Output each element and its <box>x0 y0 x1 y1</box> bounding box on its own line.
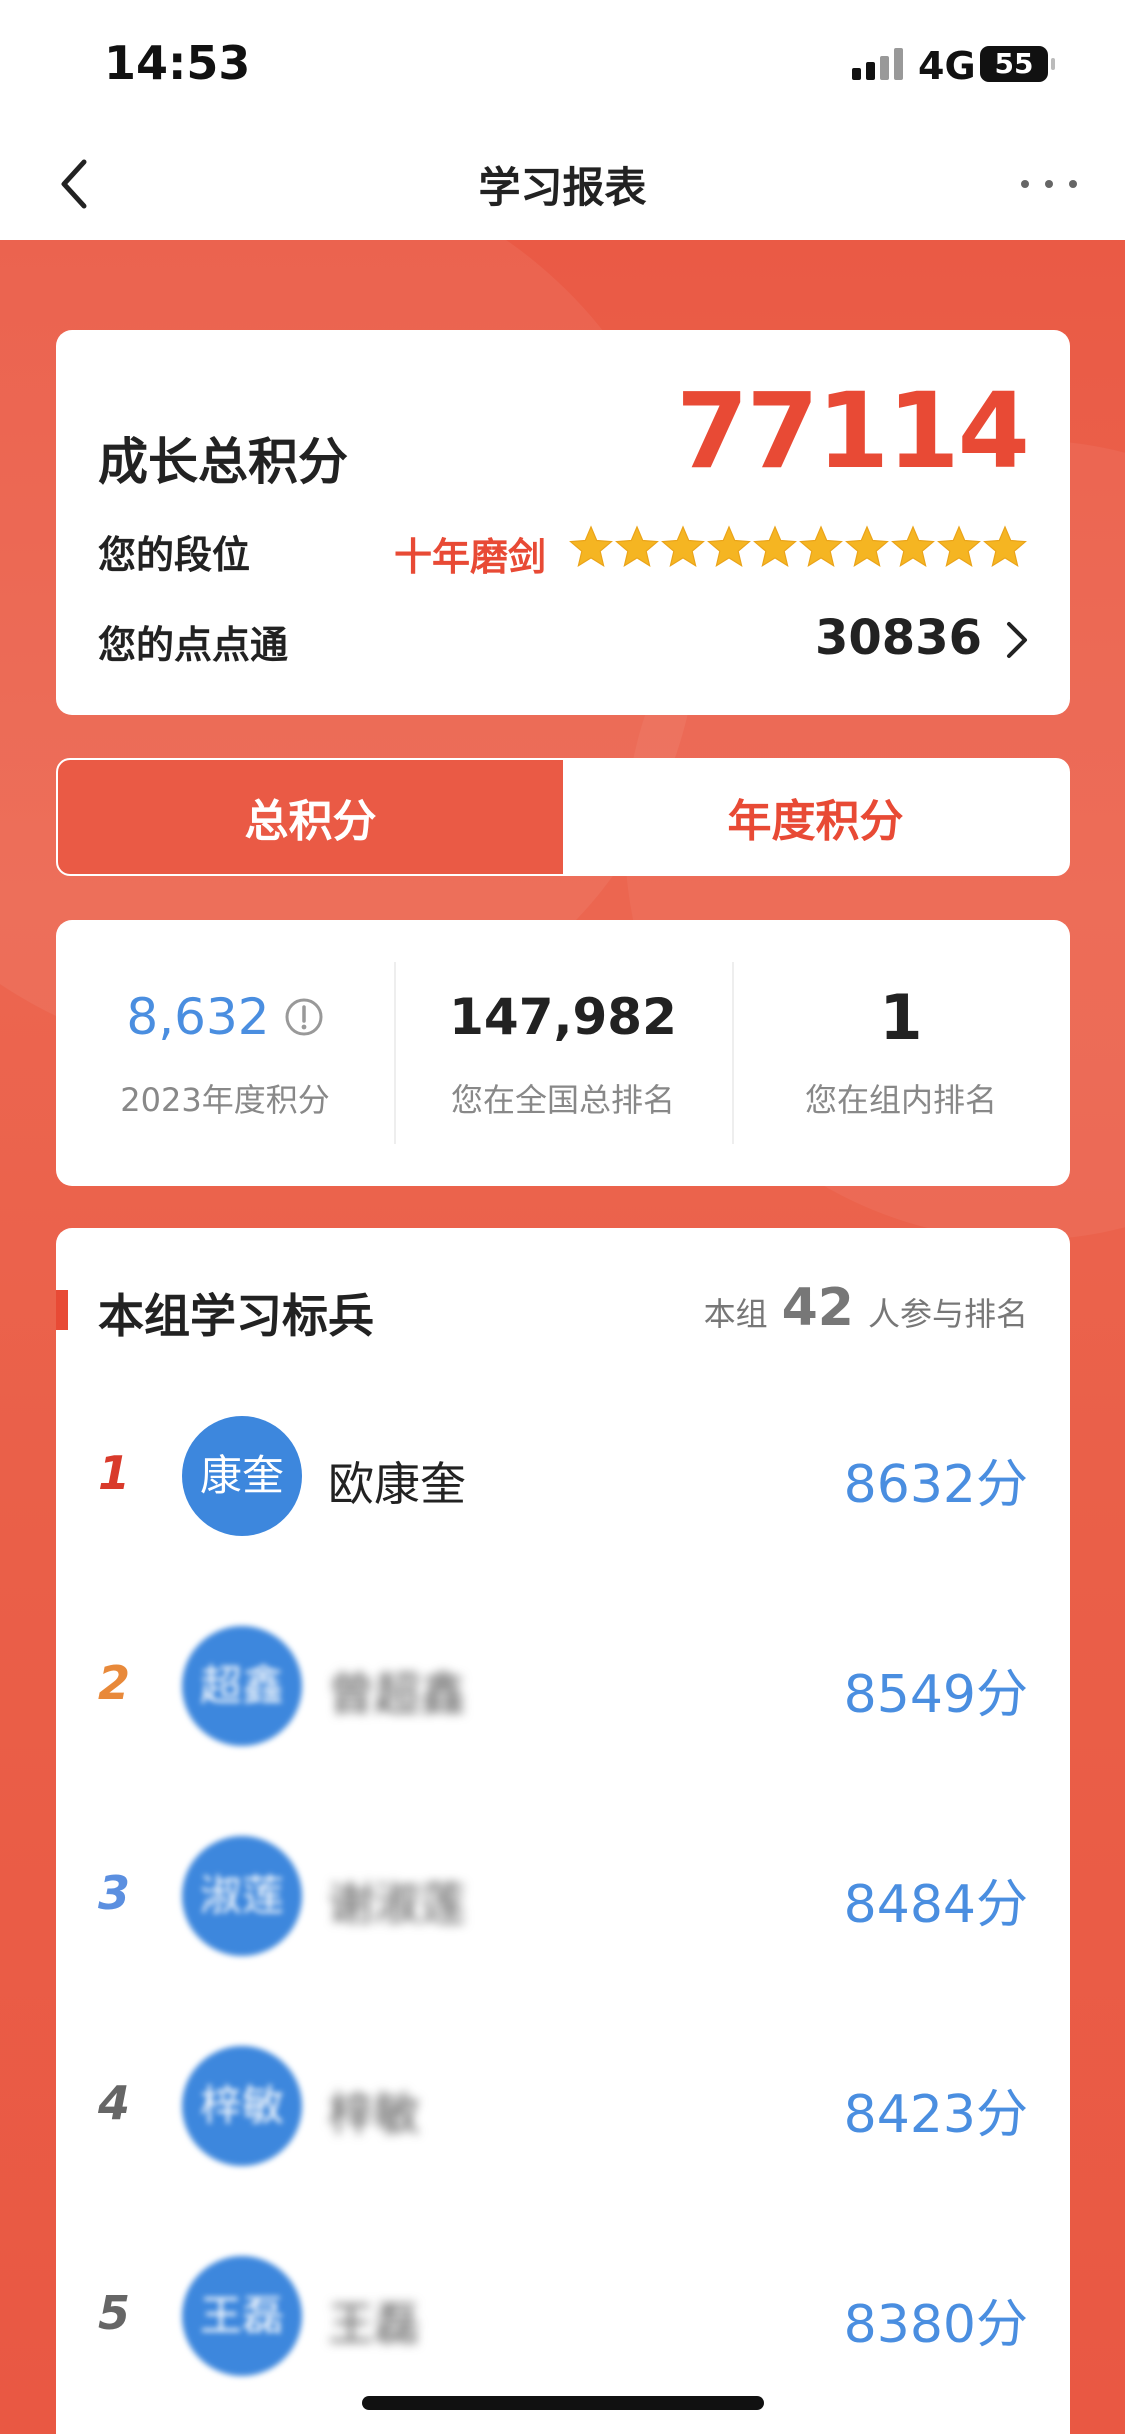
status-time: 14:53 <box>104 36 251 90</box>
star-icon <box>615 525 659 568</box>
signal-icon <box>852 48 908 80</box>
avatar: 梓敏 <box>182 2046 302 2166</box>
row-score: 8549分 <box>843 1665 1028 1725</box>
row-rank: 5 <box>98 2286 131 2340</box>
total-score: 77114 <box>676 370 1030 492</box>
star-icon <box>799 525 843 568</box>
stat-annual-value-wrap: 8,632 <box>126 985 323 1049</box>
row-score: 8380分 <box>843 2295 1028 2355</box>
stat-group-rank-value: 1 <box>879 980 923 1054</box>
tab-total-score[interactable]: 总积分 <box>58 760 563 874</box>
leaderboard-title: 本组学习标兵 <box>98 1289 374 1343</box>
more-icon[interactable] <box>1021 178 1081 192</box>
participant-count: 本组 42 人参与排名 <box>704 1278 1028 1338</box>
avatar: 康奎 <box>182 1416 302 1536</box>
star-icon <box>937 525 981 568</box>
score-title: 成长总积分 <box>98 433 348 491</box>
row-name: 欧康奎 <box>328 1457 466 1511</box>
count-prefix: 本组 <box>703 1295 768 1333</box>
avatar: 王磊 <box>182 2256 302 2376</box>
stat-national-rank-label: 您在全国总排名 <box>450 1081 675 1119</box>
stats-card: 8,632 2023年度积分 147,982 您在全国总排名 1 您在组内排名 <box>56 920 1070 1186</box>
score-tabs: 总积分 年度积分 <box>56 758 1070 876</box>
row-name: 王磊 <box>328 2297 420 2351</box>
stat-national-rank: 147,982 您在全国总排名 <box>394 920 732 1186</box>
leaderboard-row[interactable]: 2 超鑫 曾超鑫 8549分 <box>56 1618 1070 1748</box>
leaderboard-row[interactable]: 1 康奎 欧康奎 8632分 <box>56 1408 1070 1538</box>
row-name: 曾超鑫 <box>328 1667 466 1721</box>
home-indicator[interactable] <box>362 2396 764 2410</box>
row-name: 谢淑莲 <box>328 1877 466 1931</box>
avatar: 淑莲 <box>182 1836 302 1956</box>
score-card: 成长总积分 77114 您的段位 十年磨剑 您的点点通 30836 <box>56 330 1070 715</box>
stat-annual-value: 8,632 <box>126 988 270 1046</box>
leaderboard-row[interactable]: 4 梓敏 梓敏 8423分 <box>56 2038 1070 2168</box>
row-rank: 3 <box>98 1866 131 1920</box>
diandiantong-label: 您的点点通 <box>98 623 289 667</box>
leaderboard-row[interactable]: 5 王磊 王磊 8380分 <box>56 2248 1070 2378</box>
row-score: 8484分 <box>843 1875 1028 1935</box>
star-icon <box>845 525 889 568</box>
row-score: 8423分 <box>843 2085 1028 2145</box>
stat-group-rank-label: 您在组内排名 <box>804 1081 997 1119</box>
info-icon[interactable] <box>284 997 324 1037</box>
count-suffix: 人参与排名 <box>867 1295 1028 1333</box>
row-rank: 2 <box>98 1656 131 1710</box>
rank-name: 十年磨剑 <box>394 535 547 579</box>
status-bar: 14:53 4G 55 <box>0 0 1125 130</box>
count-number: 42 <box>781 1278 854 1338</box>
battery-icon: 55 <box>980 46 1055 82</box>
row-name: 梓敏 <box>328 2087 420 2141</box>
diandiantong-value[interactable]: 30836 <box>815 610 982 666</box>
stat-annual-label: 2023年度积分 <box>120 1081 330 1119</box>
leaderboard-row[interactable]: 3 淑莲 谢淑莲 8484分 <box>56 1828 1070 1958</box>
star-icon <box>707 525 751 568</box>
tab-annual-score[interactable]: 年度积分 <box>563 760 1068 874</box>
chevron-right-icon[interactable] <box>1004 620 1030 660</box>
row-rank: 4 <box>98 2076 131 2130</box>
avatar: 超鑫 <box>182 1626 302 1746</box>
stat-group-rank: 1 您在组内排名 <box>732 920 1070 1186</box>
rank-label: 您的段位 <box>98 533 251 577</box>
star-icon <box>661 525 705 568</box>
network-label: 4G <box>918 44 976 88</box>
page-title: 学习报表 <box>478 163 647 212</box>
nav-bar: 学习报表 <box>0 130 1125 240</box>
leaderboard-card: 本组学习标兵 本组 42 人参与排名 1 康奎 欧康奎 8632分 2 超鑫 曾… <box>56 1228 1070 2434</box>
star-icon <box>983 525 1027 568</box>
section-marker <box>56 1290 68 1330</box>
star-icon <box>753 525 797 568</box>
stat-national-rank-value: 147,982 <box>449 988 677 1046</box>
stat-annual: 8,632 2023年度积分 <box>56 920 394 1186</box>
star-icon <box>891 525 935 568</box>
row-score: 8632分 <box>843 1455 1028 1515</box>
rank-stars <box>568 518 1028 578</box>
row-rank: 1 <box>98 1446 131 1500</box>
star-icon <box>569 525 613 568</box>
